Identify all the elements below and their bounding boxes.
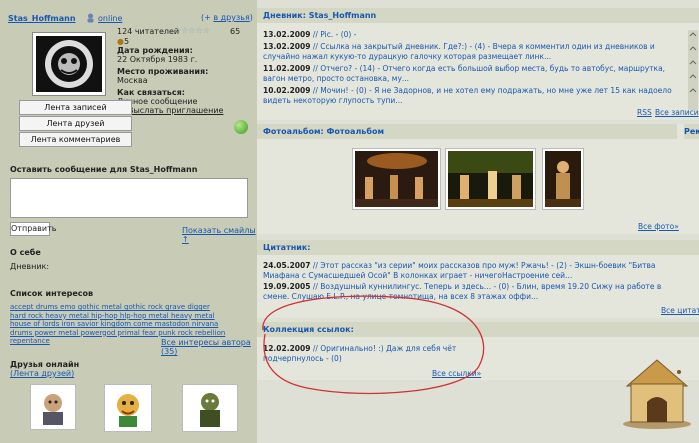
green-ball-icon: [234, 120, 248, 134]
interests-line[interactable]: hard rock heavy metal hip-hop hlp-hop me…: [10, 312, 254, 321]
location-value: Москва: [117, 76, 148, 85]
add-friends-label: в друзья: [213, 13, 250, 22]
readers-count[interactable]: 124 читателей: [117, 27, 179, 36]
rating-stars-icon: ☆☆☆☆☆: [174, 26, 210, 35]
send-invite-link[interactable]: Выслать приглашение: [128, 106, 223, 115]
friend-avatar[interactable]: [104, 384, 152, 432]
birthday-value: 22 Октября 1983 г.: [117, 55, 198, 64]
friends-feed-link[interactable]: (Лента друзей): [10, 369, 74, 378]
message-textarea[interactable]: [10, 178, 248, 218]
friends-online-title: Друзья онлайн: [10, 360, 80, 369]
message-title: Оставить сообщение для Stas_Hoffmann: [10, 165, 198, 174]
all-interests-link[interactable]: Все интересы автора (35): [161, 338, 256, 356]
rating-number: 65: [230, 27, 241, 36]
show-smileys-link[interactable]: Показать смайлы ↑: [182, 226, 256, 244]
contact-label: Как связаться:: [117, 88, 185, 97]
username-link[interactable]: Stas_Hoffmann: [8, 14, 76, 23]
coin-icon: ●: [117, 37, 124, 46]
diary-label: Дневник:: [10, 262, 50, 271]
online-icon: [86, 13, 95, 25]
add-friends-link[interactable]: (+ в друзья): [201, 13, 253, 22]
left-column: Stas_Hoffmann online (+ в друзья) 124 чи…: [0, 0, 256, 443]
interests-line[interactable]: house of lords iron savior kingdom come …: [10, 320, 254, 329]
birthday-label: Дата рождения:: [117, 46, 193, 55]
friends-feed-button[interactable]: Лента друзей: [19, 116, 132, 131]
interests-title: Список интересов: [10, 289, 94, 298]
about-title: О себе: [10, 248, 41, 257]
avatar[interactable]: [32, 32, 106, 96]
comments-feed-button[interactable]: Лента комментариев: [19, 132, 132, 147]
records-feed-button[interactable]: Лента записей: [19, 100, 132, 115]
friend-avatar[interactable]: [30, 384, 76, 430]
send-button[interactable]: Отправить: [10, 222, 56, 236]
right-column: Дневник: Stas_Hoffmann 13.02.2009 // Pic…: [257, 0, 699, 443]
online-status[interactable]: online: [98, 14, 122, 23]
profile-count: 5: [124, 37, 130, 46]
doghouse-icon: [617, 350, 697, 430]
interests-line[interactable]: accept drums emo gothic metal gothic roc…: [10, 303, 254, 312]
location-label: Место проживания:: [117, 67, 209, 76]
friend-avatar[interactable]: [182, 384, 238, 432]
